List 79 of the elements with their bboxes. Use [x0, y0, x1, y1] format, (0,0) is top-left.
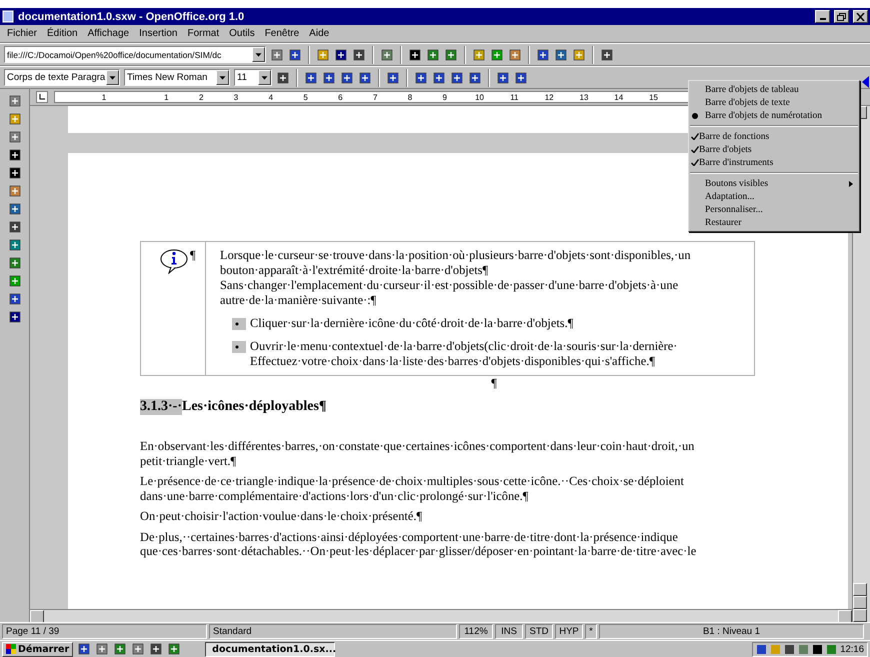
- taskbar-button[interactable]: documentation1.0.sx...: [205, 642, 336, 656]
- ruler-number: 8: [406, 92, 414, 102]
- minimize-icon: [820, 18, 826, 20]
- selection-mode: STD: [525, 624, 553, 639]
- start-button[interactable]: Démarrer: [2, 642, 74, 656]
- windows-logo-icon: [6, 644, 16, 654]
- ruler-number: 14: [613, 92, 624, 102]
- zoom-level: 112%: [459, 624, 493, 639]
- menu-item[interactable]: Barre d'objets de texte: [699, 98, 853, 108]
- paragraph-mark: ¶: [491, 376, 497, 391]
- submenu-arrow-icon: [849, 180, 853, 186]
- menu-item[interactable]: Barre d'objets de numérotation: [699, 110, 853, 120]
- menu-item[interactable]: Barre de fonctions: [699, 132, 853, 142]
- ruler-number: 3: [232, 92, 240, 102]
- menu-item[interactable]: Barre d'objets: [699, 144, 853, 154]
- body-paragraph: De·plus,··certaines·barres·d'actions·ainsi·déployées·comportent·une·barre·de·titre·dont·la·présence·indique que·ces·barres·sont·détachables.··On·peut·les·déplacer·par·glisser/déposer·en·pointant·la·barre·de·titre·avec·le: [140, 530, 698, 558]
- hyperlink-mode: HYP: [555, 624, 583, 639]
- paragraph-style-dropdown[interactable]: Corps de texte Paragra: [4, 69, 120, 86]
- note-paragraph: Sans·changer·l'emplacement·du·curseur·il·est·possible·de·passer·d'une·barre·d'objets·à·une autre·de·la·manière·suivante·:¶: [220, 278, 680, 308]
- ruler-number: 5: [302, 92, 309, 102]
- bullet-icon: [232, 318, 246, 330]
- insert-mode: INS: [495, 624, 523, 639]
- menu-item[interactable]: Barre d'objets de tableau: [699, 84, 853, 94]
- modified-indicator: *: [585, 624, 597, 639]
- restore-button[interactable]: [834, 10, 849, 23]
- menu-item[interactable]: Aide: [304, 28, 334, 39]
- menu-item[interactable]: Format: [182, 28, 224, 39]
- ruler-number: 1: [100, 92, 108, 102]
- menu-item[interactable]: Insertion: [134, 28, 182, 39]
- ruler-number: 1: [163, 92, 170, 102]
- ruler-number: 10: [474, 92, 486, 102]
- ruler-number: 4: [268, 92, 274, 102]
- ruler-number: 7: [372, 92, 378, 102]
- document-icon: [2, 10, 14, 23]
- ruler-number: 11: [509, 92, 520, 102]
- horizontal-scrollbar[interactable]: [30, 609, 852, 622]
- menu-item[interactable]: Restaurer: [699, 218, 853, 228]
- body-paragraph: En·observant·les·différentes·barres,·on·constate·que·certaines·icônes·comportent·dans·leur·coin·haut·droit,·un petit·triangle·vert.¶: [140, 439, 696, 468]
- body-paragraph: Le·présence·de·ce·triangle·indique·la·présence·de·choix·multiples·sous·cette·icône.··Ces·choix·se·déploient dans·une·barre·complémentaire·d'actions·lors·d'un·clic·prolongé·sur·l'icône.¶: [140, 474, 685, 503]
- ruler-number: 2: [198, 92, 204, 102]
- ruler-number: 15: [648, 92, 659, 102]
- url-field[interactable]: file:///C:/Docamoi/Open%20office/documentation/SIM/dc: [4, 46, 266, 63]
- tray-icon[interactable]: [812, 644, 824, 654]
- heading: Les·icônes·déployables¶: [182, 399, 326, 415]
- menu-item[interactable]: Édition: [42, 28, 83, 39]
- restore-icon: [837, 12, 846, 20]
- body-paragraph: On·peut·choisir·l'action·voulue·dans·le·choix·présenté.¶: [140, 509, 424, 524]
- menu-item[interactable]: Affichage: [82, 28, 134, 39]
- heading-number: 3.1.3·-·: [140, 399, 182, 415]
- ruler-number: 13: [578, 92, 590, 102]
- font-size-dropdown[interactable]: 11: [234, 69, 272, 86]
- bullet-icon: [232, 341, 246, 353]
- page-style: Standard: [209, 624, 457, 639]
- tray-icon[interactable]: [784, 644, 796, 654]
- menu-item[interactable]: Boutons visibles: [699, 178, 849, 188]
- close-icon: [856, 12, 865, 20]
- info-icon: [159, 248, 189, 274]
- page-count: Page 11 / 39: [2, 624, 207, 639]
- bullet-text: Cliquer·sur·la·dernière·icône·du·côté·droit·de·la·barre·d'objets.¶: [250, 316, 574, 331]
- menu-item[interactable]: Barre d'instruments: [699, 158, 853, 168]
- menu-item[interactable]: Fichier: [2, 28, 42, 39]
- tab-stop-icon[interactable]: [36, 91, 48, 103]
- paragraph-mark: ¶: [190, 248, 196, 263]
- note-paragraph: Lorsque·le·curseur·se·trouve·dans·la·position·où·plusieurs·barre·d'objets·sont·disponibles,·un bouton·apparaît·à·l'extrémité·droite·la·barre·d'objets¶: [220, 248, 692, 278]
- menu-item[interactable]: Fenêtre: [260, 28, 304, 39]
- close-button[interactable]: [853, 10, 868, 23]
- toolbar-arrow-icon[interactable]: [862, 76, 870, 88]
- outline-level: B1 : Niveau 1: [599, 624, 864, 639]
- ruler-number: 9: [442, 92, 448, 102]
- ruler-number: 12: [544, 92, 555, 102]
- bullet-text: Ouvrir·le·menu·contextuel·de·la·barre·d'objets(clic·droit·de·la·souris·sur·la·dernière· Effectuez·votre·choix·dans·la·liste·des·barres·d'objets·disponibles·qui·s'affiche.¶: [250, 339, 678, 369]
- menu-item[interactable]: Outils: [224, 28, 260, 39]
- menu-item[interactable]: Adaptation...: [699, 192, 853, 202]
- minimize-button[interactable]: [815, 10, 830, 23]
- window-title: documentation1.0.sxw - OpenOffice.org 1.0: [18, 10, 246, 22]
- menu-item[interactable]: Personnaliser...: [699, 204, 853, 214]
- clock: 12:16: [840, 644, 864, 654]
- font-dropdown[interactable]: Times New Roman: [124, 69, 230, 86]
- ruler-number: 6: [337, 92, 344, 102]
